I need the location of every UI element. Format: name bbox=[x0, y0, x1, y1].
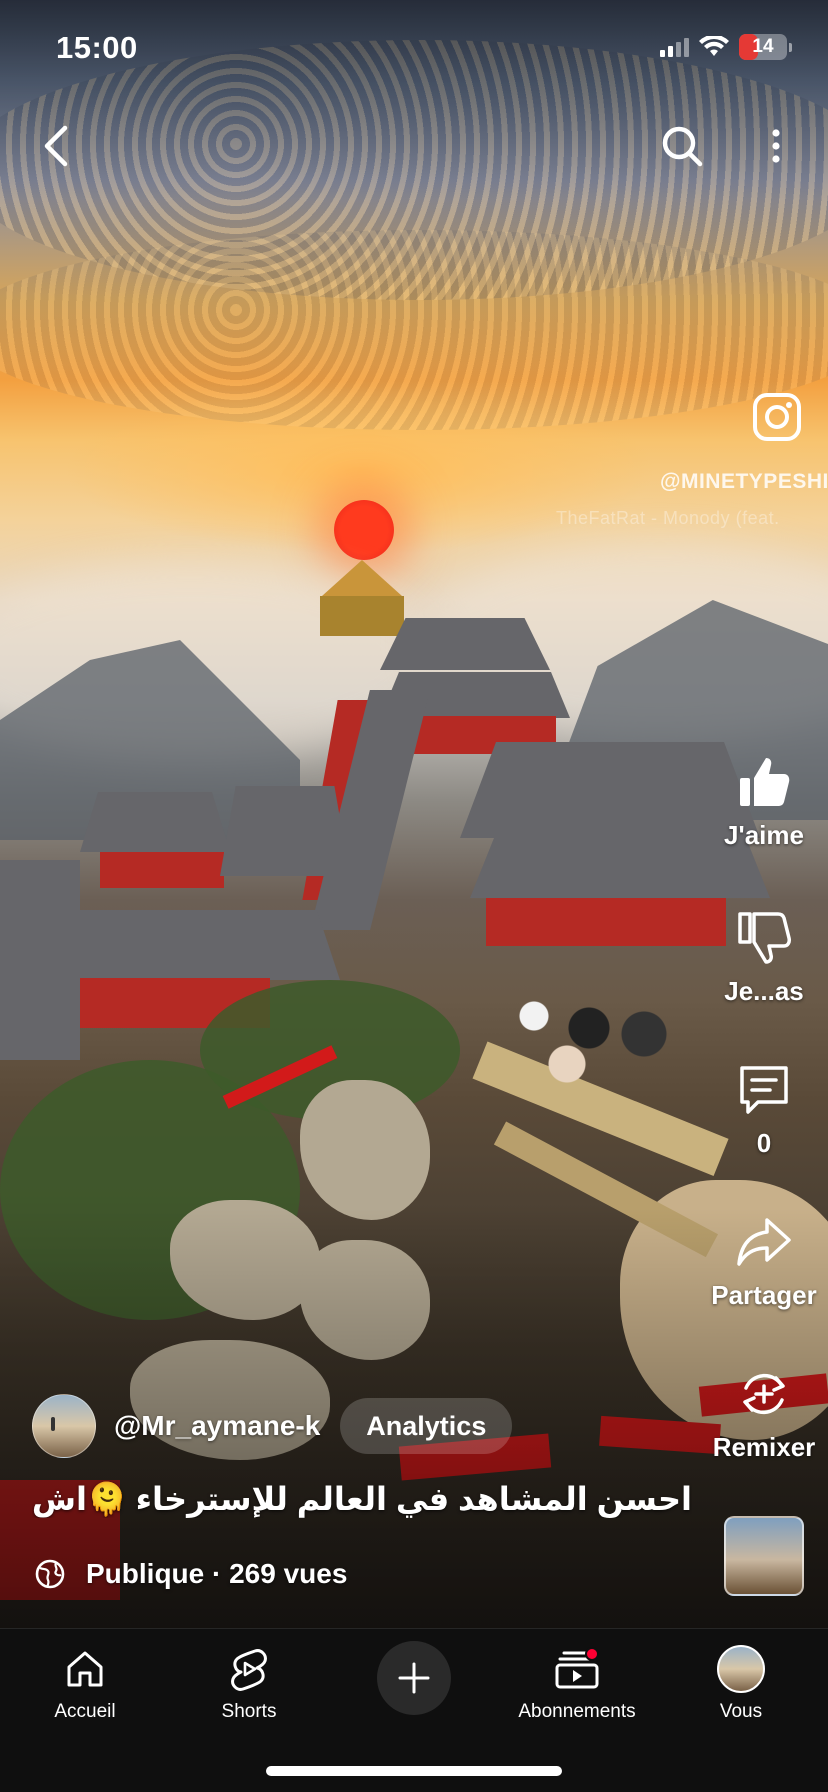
home-icon bbox=[67, 1651, 103, 1687]
rock bbox=[300, 1080, 430, 1220]
sun bbox=[334, 500, 394, 560]
search-button[interactable] bbox=[654, 118, 710, 174]
channel-avatar[interactable] bbox=[32, 1394, 96, 1458]
plus-icon bbox=[398, 1662, 430, 1694]
share-button[interactable]: Partager bbox=[694, 1212, 828, 1311]
roof bbox=[80, 792, 230, 852]
analytics-button[interactable]: Analytics bbox=[340, 1398, 513, 1454]
like-label: J'aime bbox=[724, 820, 804, 850]
battery-level: 14 bbox=[752, 36, 774, 57]
comments-button[interactable]: 0 bbox=[694, 1060, 828, 1159]
cellular-signal-icon bbox=[660, 37, 689, 57]
remix-button[interactable]: Remixer bbox=[694, 1364, 828, 1463]
video-title[interactable]: احسن المشاهد في العالم للإسترخاء 🫠اش... bbox=[32, 1480, 692, 1518]
nav-subscriptions[interactable]: Abonnements bbox=[502, 1643, 652, 1723]
notification-dot bbox=[585, 1647, 599, 1661]
roof bbox=[380, 618, 550, 670]
temple-wall bbox=[100, 852, 224, 888]
roof-side bbox=[0, 860, 80, 1060]
instagram-icon bbox=[753, 393, 801, 441]
status-time: 15:00 bbox=[56, 30, 138, 65]
shorts-icon bbox=[231, 1649, 267, 1691]
comment-count: 0 bbox=[756, 1128, 772, 1158]
watermark-music-credit: TheFatRat - Monody (feat. bbox=[556, 508, 780, 528]
remix-icon bbox=[743, 1373, 785, 1415]
more-vertical-icon bbox=[772, 129, 780, 163]
nav-home[interactable]: Accueil bbox=[10, 1643, 160, 1723]
battery-tip bbox=[789, 42, 792, 52]
sky-clouds-lower bbox=[0, 230, 828, 430]
nav-shorts[interactable]: Shorts bbox=[174, 1643, 324, 1723]
nav-you-label: Vous bbox=[719, 1701, 763, 1722]
search-icon bbox=[662, 126, 703, 167]
back-button[interactable] bbox=[30, 118, 82, 174]
nav-home-label: Accueil bbox=[54, 1701, 116, 1722]
roof bbox=[50, 910, 340, 980]
home-indicator bbox=[266, 1766, 562, 1776]
avatar bbox=[717, 1645, 765, 1693]
share-icon bbox=[737, 1218, 791, 1266]
chevron-left-icon bbox=[44, 125, 68, 167]
globe-icon bbox=[35, 1559, 65, 1589]
dislike-label: Je...as bbox=[724, 976, 804, 1006]
dislike-button[interactable]: Je...as bbox=[694, 908, 828, 1007]
watermark-handle: @MINETYPESHI bbox=[660, 470, 828, 493]
temple-top bbox=[320, 596, 404, 636]
roof bbox=[220, 786, 350, 876]
crowd bbox=[490, 980, 710, 1100]
like-button[interactable]: J'aime bbox=[694, 752, 828, 851]
battery-icon: 14 bbox=[739, 34, 787, 60]
visibility-row: Publique · 269 vues bbox=[34, 1558, 347, 1590]
temple-wall bbox=[486, 898, 726, 946]
nav-create[interactable] bbox=[339, 1641, 489, 1715]
thumbs-up-icon bbox=[740, 758, 790, 806]
sound-thumbnail[interactable] bbox=[724, 1516, 804, 1596]
nav-subscriptions-label: Abonnements bbox=[518, 1701, 636, 1722]
wifi-icon bbox=[699, 36, 729, 56]
comment-icon bbox=[740, 1066, 788, 1114]
channel-name[interactable]: @Mr_aymane-k bbox=[114, 1410, 320, 1442]
visibility-views: Publique · 269 vues bbox=[86, 1558, 348, 1589]
status-icons: 14 bbox=[660, 34, 792, 60]
channel-row: @Mr_aymane-k Analytics bbox=[32, 1394, 513, 1458]
nav-shorts-label: Shorts bbox=[221, 1701, 277, 1722]
remix-label: Remixer bbox=[712, 1432, 816, 1462]
thumbs-down-icon bbox=[738, 912, 791, 964]
nav-you[interactable]: Vous bbox=[666, 1643, 816, 1723]
more-options-button[interactable] bbox=[756, 118, 796, 174]
share-label: Partager bbox=[711, 1280, 817, 1310]
